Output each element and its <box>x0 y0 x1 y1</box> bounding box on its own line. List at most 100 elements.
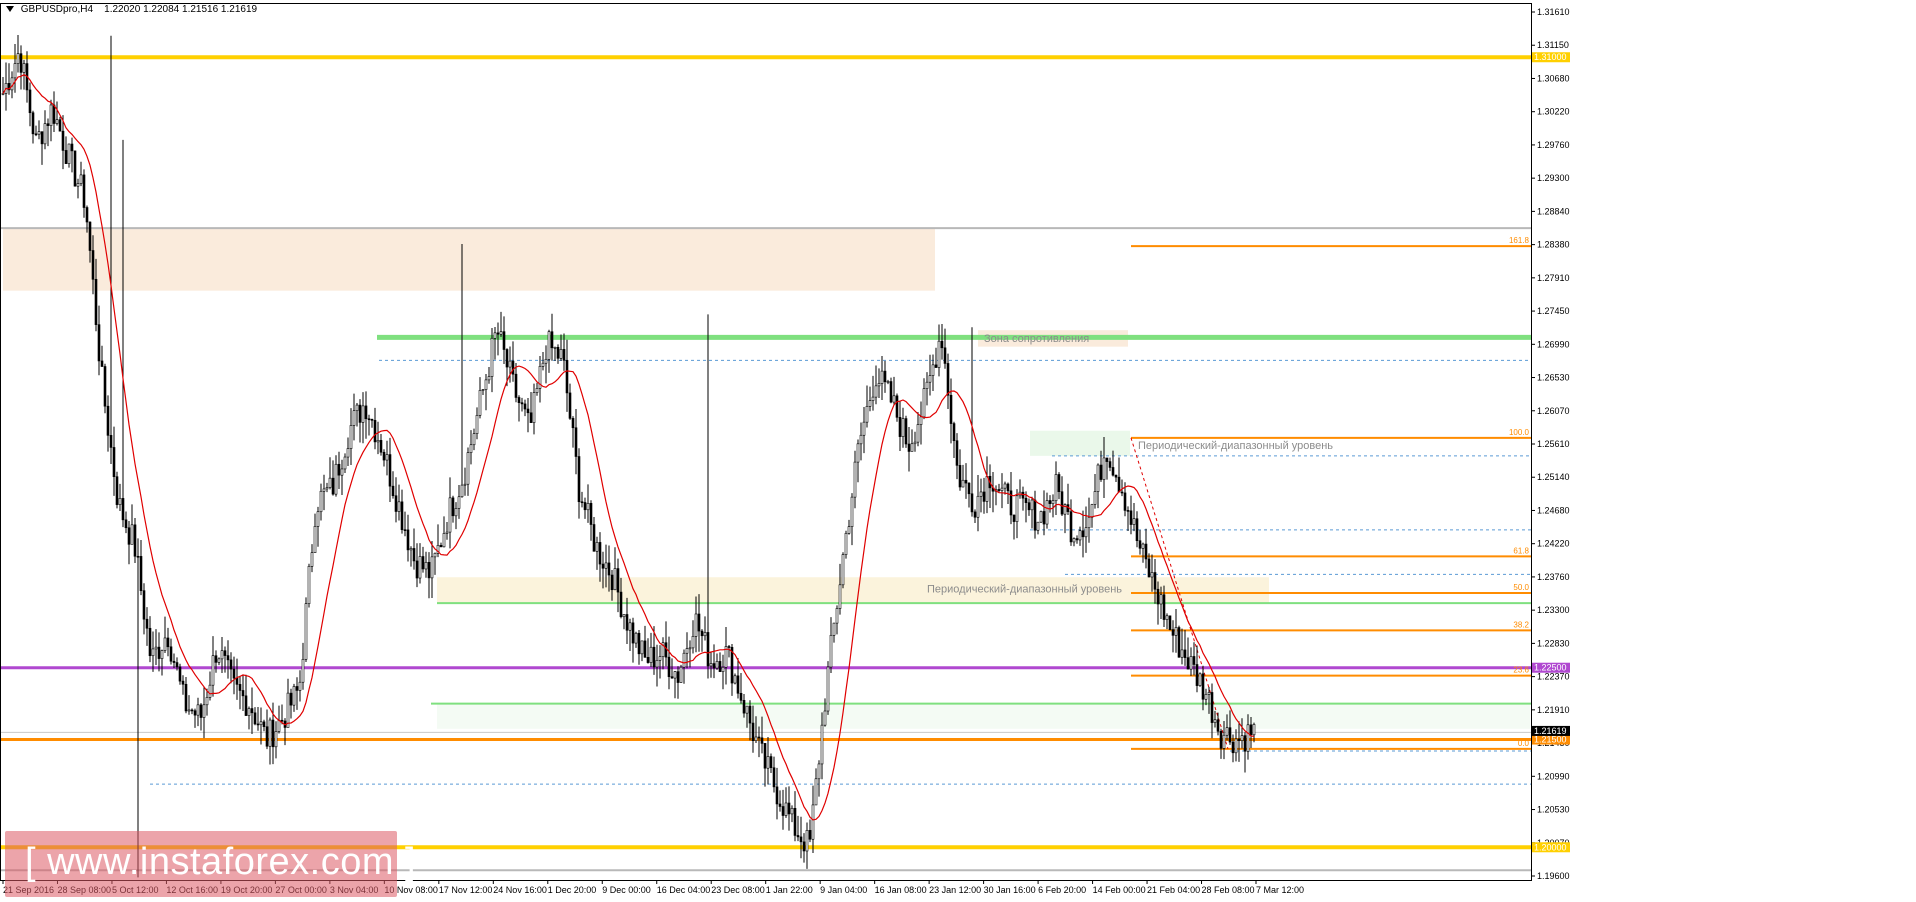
candle-body <box>16 53 20 64</box>
candle-body <box>820 724 824 765</box>
candle-body <box>466 452 470 485</box>
candle-body <box>52 104 56 124</box>
candle-body <box>340 468 344 476</box>
candle-body <box>1 93 5 95</box>
candle-body <box>313 526 317 553</box>
candle-body <box>1021 491 1025 499</box>
candle-body <box>1237 738 1241 741</box>
candle-body <box>136 555 140 558</box>
candle-body <box>931 364 935 376</box>
candle-body <box>355 404 359 412</box>
candle-body <box>259 721 263 726</box>
dropdown-triangle-icon[interactable] <box>6 6 14 13</box>
candle-body <box>1246 724 1250 752</box>
candle-body <box>679 666 683 683</box>
candle-body <box>76 183 80 187</box>
candle-body <box>1153 572 1157 590</box>
candle-body <box>523 403 527 410</box>
candle-body <box>55 119 59 124</box>
candle-body <box>997 489 1001 491</box>
candle-body <box>241 690 245 697</box>
candle-body <box>637 632 641 655</box>
candle-body <box>901 418 905 437</box>
y-tick-label: 1.26070 <box>1537 406 1570 416</box>
candle-body <box>19 53 23 73</box>
candle-body <box>226 655 230 661</box>
candle-body <box>40 131 44 145</box>
candle-body <box>586 503 590 511</box>
candle-body <box>178 666 182 682</box>
candle-body <box>826 666 830 712</box>
candle-body <box>535 388 539 393</box>
candle-body <box>658 656 662 661</box>
candle-body <box>619 591 623 618</box>
candle-body <box>595 542 599 552</box>
candle-body <box>526 408 530 414</box>
candle-body <box>883 370 887 383</box>
candle-body <box>460 484 464 498</box>
candle-body <box>175 662 179 668</box>
candle-body <box>550 331 554 349</box>
candle-body <box>1144 543 1148 560</box>
candle-body <box>640 640 644 655</box>
y-tick-label: 1.28840 <box>1537 206 1570 216</box>
candle-body <box>976 495 980 518</box>
candle-body <box>853 461 857 498</box>
candle-body <box>223 650 227 656</box>
candle-body <box>82 174 86 208</box>
level-price-tag: 1.21500 <box>1534 735 1567 745</box>
candle-body <box>1048 500 1052 504</box>
candle-body <box>442 533 446 548</box>
candle-body <box>58 119 62 132</box>
candle-body <box>1093 491 1097 505</box>
x-tick-label: 23 Dec 08:00 <box>711 885 765 895</box>
candle-body <box>334 463 338 495</box>
candle-body <box>127 527 131 545</box>
y-tick-label: 1.31150 <box>1537 40 1569 50</box>
candle-body <box>310 552 314 567</box>
candle-body <box>343 456 347 470</box>
candle-body <box>1135 518 1139 542</box>
candle-body <box>1075 538 1079 541</box>
candle-body <box>298 681 302 691</box>
symbol-label: GBPUSDpro,H4 <box>20 4 94 15</box>
price-chart[interactable]: 161.8 100.0 61.8 50.0 38.2 23.6 0.0 Зона сопро… <box>0 0 1916 897</box>
candle-body <box>109 435 113 448</box>
candle-body <box>346 448 350 458</box>
candle-body <box>1198 673 1202 686</box>
candle-body <box>274 731 278 748</box>
fib-level-label: 38.2 <box>1513 620 1529 629</box>
candle-body <box>169 646 173 662</box>
candle-body <box>172 660 176 663</box>
candle-body <box>211 655 215 686</box>
candle-body <box>547 331 551 360</box>
candle-body <box>187 709 191 712</box>
candle-body <box>604 562 608 569</box>
candle-body <box>694 613 698 637</box>
candle-body <box>859 434 863 445</box>
candle-body <box>589 503 593 525</box>
candle-body <box>64 150 68 164</box>
candle-body <box>100 360 104 367</box>
chart-area[interactable]: 161.8 100.0 61.8 50.0 38.2 23.6 0.0 Зона сопро… <box>0 0 1916 897</box>
y-tick-label: 1.25610 <box>1537 439 1570 449</box>
candle-body <box>493 332 497 339</box>
x-tick-label: 16 Jan 08:00 <box>875 885 927 895</box>
candle-body <box>1219 730 1223 749</box>
candle-body <box>307 566 311 604</box>
candle-body <box>727 646 731 648</box>
candle-body <box>1162 594 1166 620</box>
x-tick-label: 1 Dec 20:00 <box>548 885 597 895</box>
candle-body <box>157 646 161 659</box>
candle-body <box>1045 500 1049 525</box>
candle-body <box>1141 543 1145 549</box>
candle-body <box>316 511 320 527</box>
candle-body <box>916 424 920 443</box>
candle-body <box>697 613 701 632</box>
candle-body <box>193 710 197 716</box>
candle-body <box>598 542 602 565</box>
candle-body <box>31 112 35 135</box>
candle-body <box>802 841 806 852</box>
candle-body <box>67 143 71 164</box>
candle-body <box>481 389 485 391</box>
